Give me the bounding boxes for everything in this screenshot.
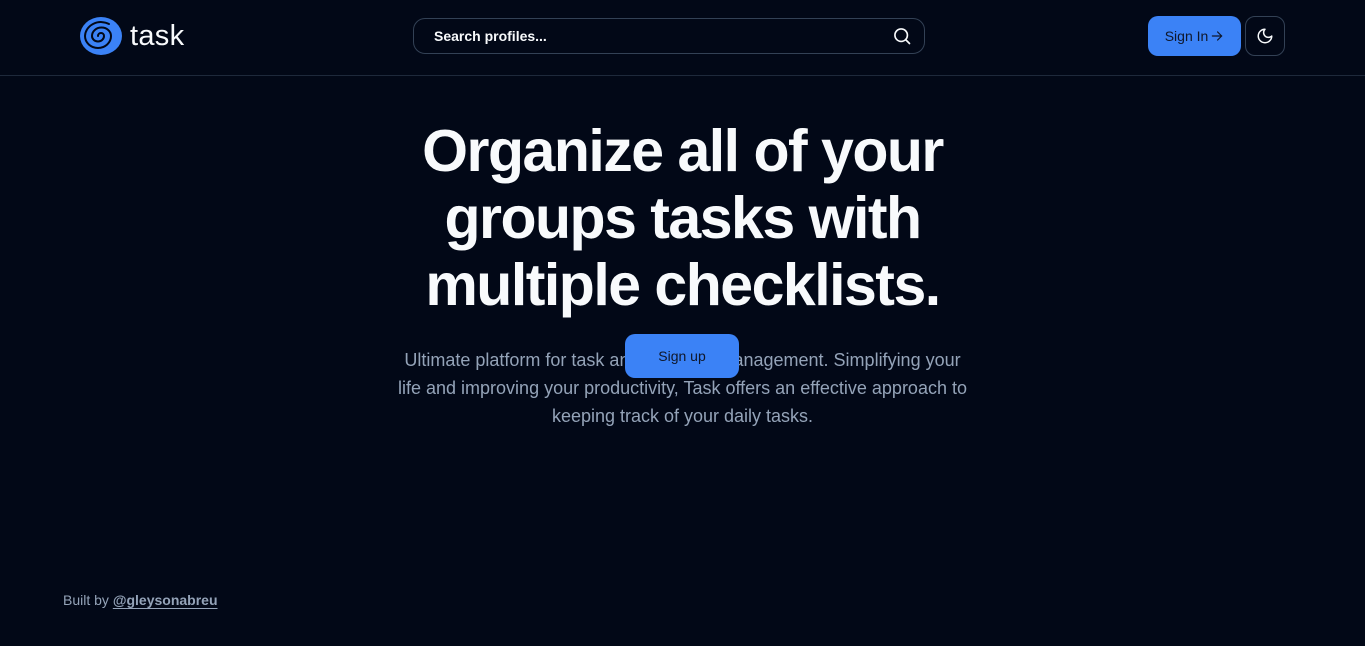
sign-up-button[interactable]: Sign up	[625, 334, 739, 378]
moon-icon	[1257, 28, 1273, 44]
hero-title: Organize all of your groups tasks with m…	[422, 118, 944, 318]
theme-toggle-button[interactable]	[1245, 16, 1285, 56]
sign-in-button[interactable]: Sign In	[1148, 16, 1241, 56]
spiral-logo-icon	[80, 17, 122, 55]
search-input[interactable]	[434, 28, 884, 44]
footer-prefix: Built by	[63, 592, 109, 608]
arrow-right-icon	[1212, 31, 1223, 41]
site-header: task Sign In	[0, 0, 1365, 76]
sign-in-label: Sign In	[1164, 28, 1209, 44]
hero-section: Organize all of your groups tasks with m…	[0, 118, 1365, 430]
search-icon[interactable]	[892, 26, 912, 46]
author-link[interactable]: @gleysonabreu	[113, 592, 218, 608]
logo[interactable]: task	[79, 16, 184, 56]
search-bar	[413, 18, 925, 54]
logo-text: task	[130, 20, 185, 52]
footer-credit: Built by @gleysonabreu	[63, 590, 218, 610]
sign-up-label: Sign up	[658, 348, 706, 364]
